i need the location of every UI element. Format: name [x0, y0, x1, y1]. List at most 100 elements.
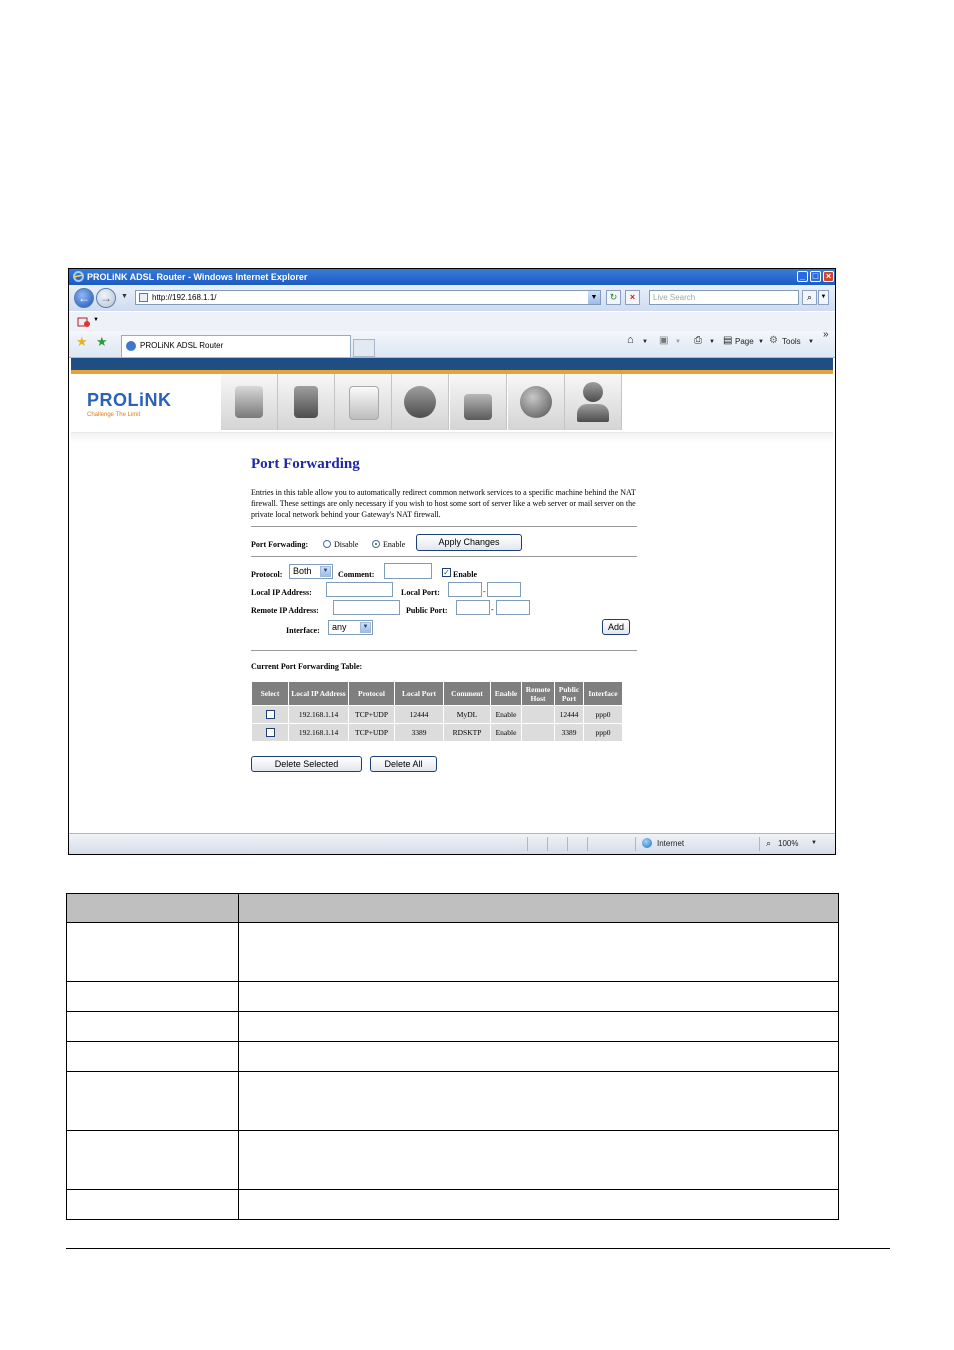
table-cell — [238, 922, 839, 982]
nav-status-icon[interactable] — [221, 374, 278, 430]
local-port-label: Local Port: — [401, 588, 440, 597]
forward-button[interactable]: → — [96, 288, 116, 308]
back-button[interactable]: ← — [74, 288, 94, 308]
enable-checkbox[interactable]: ✓ — [442, 568, 451, 577]
page-menu[interactable]: Page — [735, 337, 754, 346]
disable-label: Disable — [334, 540, 359, 549]
table-cell — [238, 1189, 839, 1220]
table-cell — [66, 922, 239, 982]
address-toolbar: ← → ▼ http://192.168.1.1/ ▼ ↻ × Live Sea… — [69, 285, 835, 311]
tab-active[interactable]: PROLiNK ADSL Router — [121, 335, 351, 357]
add-favorite-icon[interactable]: ★ — [96, 334, 108, 350]
stop-icon[interactable]: × — [625, 290, 640, 305]
delete-selected-button[interactable]: Delete Selected — [251, 756, 362, 772]
local-ip-input[interactable] — [326, 582, 393, 597]
zoom-level[interactable]: 100% — [778, 839, 798, 848]
footer-rule — [66, 1248, 890, 1249]
protocol-select[interactable]: Both ▼ — [289, 564, 333, 579]
router-page: PROLiNK Challenge The Limit Port Forward… — [71, 358, 833, 835]
print-icon[interactable]: ⎙ — [694, 335, 702, 346]
column-header: Enable — [490, 681, 522, 706]
favorites-star-icon[interactable]: ★ — [76, 334, 88, 350]
apply-changes-button[interactable]: Apply Changes — [416, 534, 522, 551]
table-cell — [238, 1011, 839, 1042]
remote-ip-input[interactable] — [333, 600, 400, 615]
home-dropdown-icon[interactable]: ▼ — [642, 339, 648, 345]
public-port-end-input[interactable] — [496, 600, 530, 615]
table-title: Current Port Forwarding Table: — [251, 662, 363, 671]
table-header-row — [66, 893, 839, 923]
print-dropdown-icon[interactable]: ▼ — [709, 339, 715, 345]
tools-dropdown-icon[interactable]: ▼ — [808, 339, 814, 345]
interface-select[interactable]: any ▼ — [328, 620, 373, 635]
comment-input[interactable] — [384, 563, 432, 579]
tools-menu[interactable]: Tools — [782, 337, 801, 346]
row-select-checkbox[interactable] — [265, 728, 275, 738]
nav-security-icon[interactable] — [450, 374, 507, 430]
nav-setup-icon[interactable] — [278, 374, 335, 430]
table-row — [66, 1071, 839, 1131]
table-cell — [66, 981, 239, 1012]
address-dropdown-icon[interactable]: ▼ — [588, 291, 600, 304]
table-cell — [521, 705, 555, 724]
home-icon[interactable]: ⌂ — [627, 334, 634, 346]
page-menu-icon: ▤ — [723, 335, 733, 346]
table-cell: ppp0 — [583, 723, 623, 742]
browser-window: PROLiNK ADSL Router - Windows Internet E… — [68, 268, 836, 855]
page-dropdown-icon[interactable]: ▼ — [758, 339, 764, 345]
divider — [251, 526, 637, 527]
page-description: Entries in this table allow you to autom… — [251, 488, 636, 519]
maximize-button[interactable]: □ — [810, 271, 821, 282]
zone-label: Internet — [657, 839, 685, 848]
close-button[interactable]: × — [823, 271, 834, 282]
public-port-label: Public Port: — [406, 606, 448, 615]
chevron-down-icon: ▼ — [360, 622, 371, 633]
banner-shadow — [71, 432, 833, 443]
public-port-start-input[interactable] — [456, 600, 490, 615]
refresh-icon[interactable]: ↻ — [606, 290, 621, 305]
table-cell: TCP+UDP — [348, 723, 395, 742]
divider — [251, 556, 637, 557]
range-dash: - — [491, 605, 494, 614]
add-on-icon[interactable] — [77, 316, 91, 328]
column-header: Local Port — [394, 681, 444, 706]
enable-radio[interactable] — [372, 540, 380, 548]
interface-label: Interface: — [286, 626, 320, 635]
table-cell — [66, 1011, 239, 1042]
search-input[interactable]: Live Search — [649, 290, 799, 305]
divider — [251, 650, 637, 651]
feeds-icon[interactable]: ▣ — [659, 335, 668, 346]
column-header: Select — [251, 681, 289, 706]
zoom-dropdown-icon[interactable]: ▼ — [811, 840, 817, 846]
minimize-button[interactable]: _ — [797, 271, 808, 282]
address-value: http://192.168.1.1/ — [152, 293, 217, 302]
links-bar: ▼ — [69, 311, 835, 332]
column-header: Public Port — [554, 681, 584, 706]
zoom-icon: ⌕ — [766, 838, 772, 848]
feeds-dropdown-icon[interactable]: ▼ — [675, 339, 681, 345]
title-bar: PROLiNK ADSL Router - Windows Internet E… — [69, 269, 835, 285]
description-table — [66, 893, 839, 1220]
header-banner: PROLiNK Challenge The Limit — [71, 374, 833, 432]
disable-radio[interactable] — [323, 540, 331, 548]
header-stripe — [71, 358, 833, 374]
local-port-end-input[interactable] — [487, 582, 521, 597]
add-on-dropdown-icon[interactable]: ▼ — [93, 317, 99, 323]
local-port-start-input[interactable] — [448, 582, 482, 597]
nav-device-icon[interactable] — [335, 374, 392, 430]
delete-all-button[interactable]: Delete All — [370, 756, 437, 772]
search-options-icon[interactable]: ▼ — [818, 290, 829, 305]
row-select-checkbox[interactable] — [265, 710, 275, 720]
nav-network-icon[interactable] — [508, 374, 565, 430]
new-tab-button[interactable] — [353, 339, 375, 357]
chevron-more-icon[interactable]: » — [823, 329, 829, 340]
chevron-down-icon: ▼ — [320, 566, 331, 577]
nav-admin-icon[interactable] — [565, 374, 622, 430]
page-icon — [139, 293, 148, 302]
search-icon[interactable]: ⌕ — [802, 290, 817, 305]
history-dropdown-icon[interactable]: ▼ — [121, 293, 128, 300]
table-cell — [521, 723, 555, 742]
address-input[interactable]: http://192.168.1.1/ — [135, 290, 601, 305]
nav-internet-icon[interactable] — [392, 374, 449, 430]
add-button[interactable]: Add — [602, 619, 630, 635]
